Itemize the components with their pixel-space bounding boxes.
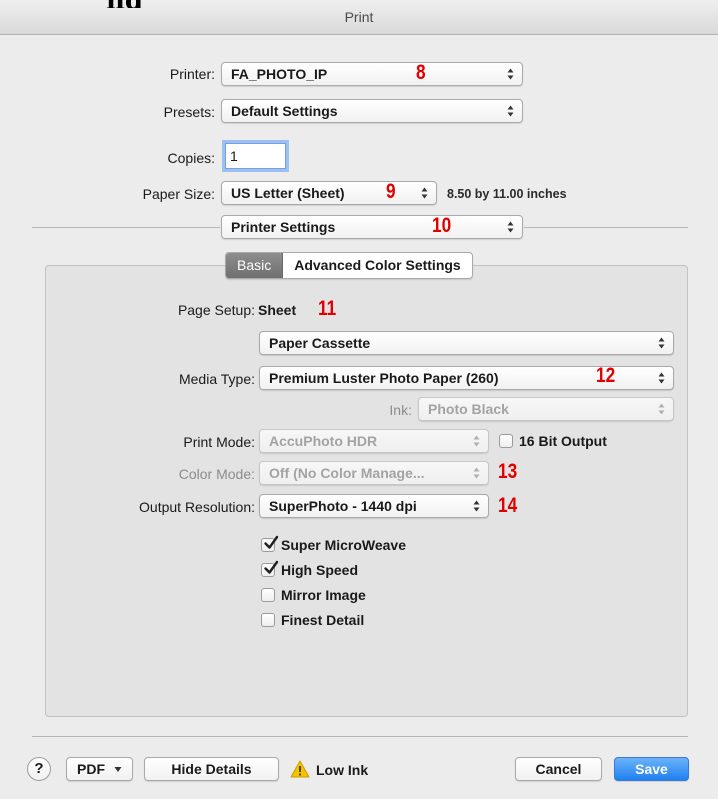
updown-arrows-icon <box>473 499 480 513</box>
print-mode-value: AccuPhoto HDR <box>269 433 378 449</box>
hide-details-button[interactable]: Hide Details <box>144 757 279 781</box>
status-text: Low Ink <box>316 762 369 778</box>
window-title: Print <box>344 9 374 25</box>
mirror-image-label: Mirror Image <box>281 587 366 603</box>
super-microweave-checkbox[interactable] <box>261 538 275 552</box>
updown-arrows-icon <box>507 220 514 234</box>
tab-advanced-color-settings[interactable]: Advanced Color Settings <box>283 253 471 278</box>
annotation-marker: 14 <box>498 494 518 517</box>
section-select[interactable]: Printer Settings <box>221 215 523 239</box>
color-mode-select[interactable]: Off (No Color Manage... <box>259 461 489 485</box>
annotation-marker: 12 <box>596 364 616 387</box>
updown-arrows-icon <box>421 186 428 200</box>
high-speed-checkbox[interactable] <box>261 563 275 577</box>
high-speed-label: High Speed <box>281 562 359 578</box>
bit-output-label: 16 Bit Output <box>519 433 607 449</box>
cancel-button[interactable]: Cancel <box>515 757 602 781</box>
paper-source-value: Paper Cassette <box>269 335 371 351</box>
output-resolution-select[interactable]: SuperPhoto - 1440 dpi <box>259 494 489 518</box>
paper-dimensions: 8.50 by 11.00 inches <box>447 187 567 201</box>
warning-icon <box>290 760 310 778</box>
mirror-image-checkbox[interactable] <box>261 588 275 602</box>
footer-divider <box>32 736 688 737</box>
output-resolution-label: Output Resolution: <box>139 499 255 515</box>
updown-arrows-icon <box>473 466 480 480</box>
paper-source-select[interactable]: Paper Cassette <box>259 331 674 355</box>
annotation-marker: 10 <box>432 214 452 237</box>
color-mode-value: Off (No Color Manage... <box>269 465 425 481</box>
media-type-value: Premium Luster Photo Paper (260) <box>269 370 499 386</box>
ink-value: Photo Black <box>428 401 509 417</box>
updown-arrows-icon <box>658 371 665 385</box>
updown-arrows-icon <box>658 402 665 416</box>
printer-value: FA_PHOTO_IP <box>231 66 328 82</box>
updown-arrows-icon <box>473 434 480 448</box>
printer-label: Printer: <box>169 66 215 82</box>
presets-label: Presets: <box>163 104 215 120</box>
color-mode-label: Color Mode: <box>178 466 255 482</box>
annotation-marker: 11 <box>318 297 337 320</box>
divider-right <box>524 227 688 228</box>
finest-detail-label: Finest Detail <box>281 612 365 628</box>
print-mode-label: Print Mode: <box>183 434 255 450</box>
section-value: Printer Settings <box>231 219 336 235</box>
divider-left <box>32 227 220 228</box>
output-resolution-value: SuperPhoto - 1440 dpi <box>269 498 417 514</box>
updown-arrows-icon <box>507 67 514 81</box>
ink-label: Ink: <box>389 402 412 418</box>
save-button[interactable]: Save <box>614 757 689 781</box>
print-mode-select[interactable]: AccuPhoto HDR <box>259 429 489 453</box>
copies-label: Copies: <box>167 150 215 166</box>
page-setup-value: Sheet <box>258 302 297 318</box>
window-titlebar: ng Print <box>0 0 718 35</box>
annotation-marker: 8 <box>416 61 426 84</box>
tab-basic[interactable]: Basic <box>226 253 284 278</box>
paper-size-value: US Letter (Sheet) <box>231 185 345 201</box>
updown-arrows-icon <box>658 336 665 350</box>
tab-bar: Basic Advanced Color Settings <box>225 252 473 279</box>
super-microweave-label: Super MicroWeave <box>281 537 407 553</box>
printer-select[interactable]: FA_PHOTO_IP <box>221 62 523 86</box>
bit-output-checkbox[interactable] <box>499 434 513 448</box>
pdf-menu-button[interactable]: PDF <box>66 757 133 781</box>
annotation-marker: 13 <box>498 460 518 483</box>
presets-value: Default Settings <box>231 103 338 119</box>
page-setup-label: Page Setup: <box>177 302 255 318</box>
chevron-down-icon <box>114 767 122 772</box>
background-heading-fragment: ng <box>106 0 246 8</box>
finest-detail-checkbox[interactable] <box>261 613 275 627</box>
checkmark-icon <box>263 535 279 551</box>
pdf-label: PDF <box>77 761 105 777</box>
annotation-marker: 9 <box>386 180 396 203</box>
ink-select[interactable]: Photo Black <box>418 397 674 421</box>
media-type-label: Media Type: <box>178 371 255 387</box>
presets-select[interactable]: Default Settings <box>221 99 523 123</box>
checkmark-icon <box>263 560 279 576</box>
paper-size-label: Paper Size: <box>142 186 215 202</box>
copies-input[interactable]: 1 <box>225 143 286 169</box>
help-button[interactable]: ? <box>27 757 51 781</box>
paper-size-select[interactable]: US Letter (Sheet) <box>221 181 437 205</box>
updown-arrows-icon <box>507 104 514 118</box>
